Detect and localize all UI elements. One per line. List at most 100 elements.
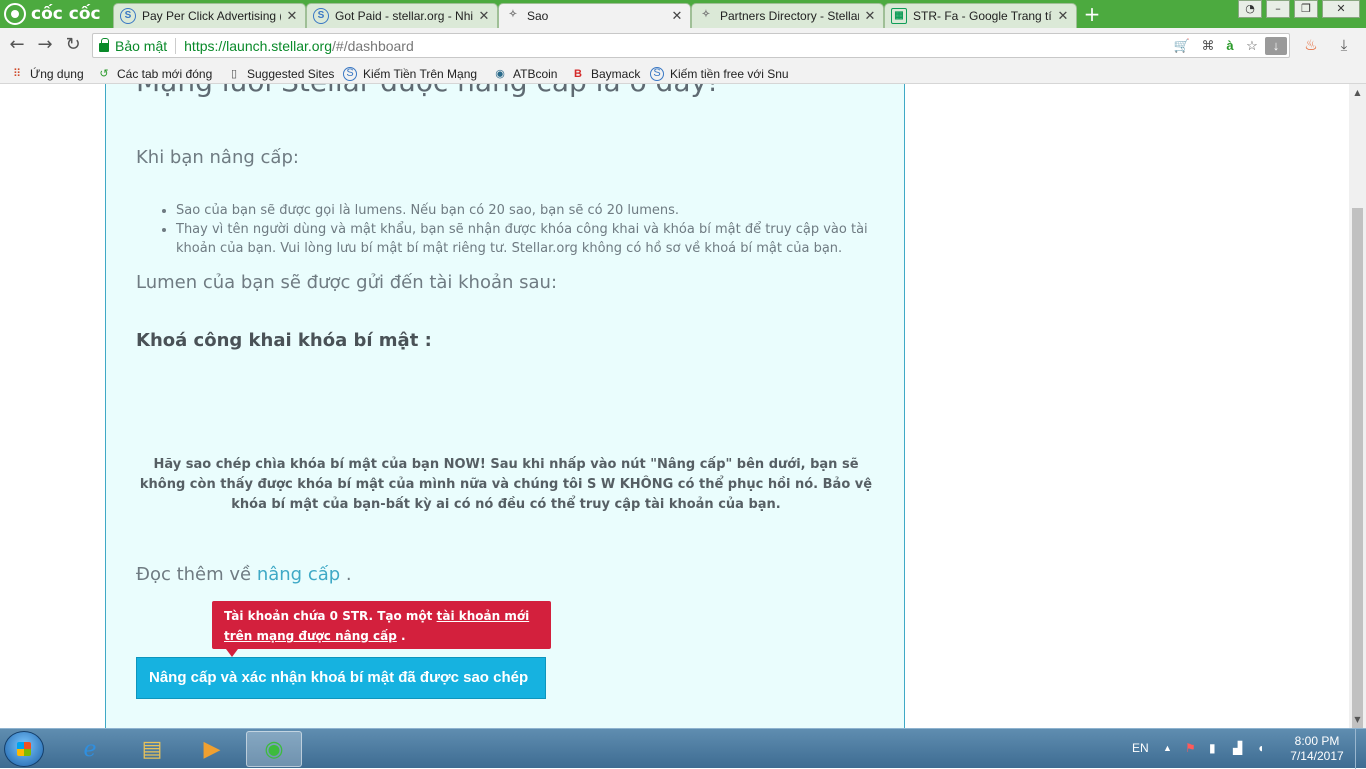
stellar-icon: S (313, 8, 329, 24)
secure-label: Bảo mật (115, 37, 168, 54)
forward-arrow-icon[interactable]: → (34, 34, 56, 56)
bookmark-suggested-sites[interactable]: ▯ Suggested Sites (227, 65, 334, 83)
key-label: Khoá công khai khóa bí mật : (136, 330, 432, 351)
browser-toolbar: ← → ↻ Bảo mật https://launch.stellar.org… (0, 28, 1366, 63)
bookmark-label: Kiếm Tiền Trên Mạng (363, 67, 478, 81)
rocket-icon: ✧ (701, 9, 711, 20)
page-title: Mạng lưới Stellar được nâng cấp là ở đây… (136, 84, 718, 98)
read-more-prefix: Đọc thêm về (136, 564, 257, 585)
lock-icon (99, 38, 109, 52)
internet-explorer-icon[interactable]: ℯ (62, 731, 118, 767)
download-arrow-icon[interactable]: ↓ (1265, 37, 1287, 55)
tab-sao[interactable]: ✧ Sao ✕ (498, 3, 691, 28)
url-text[interactable]: https://launch.stellar.org/#/dashboard (184, 38, 414, 54)
windows-taskbar: ℯ ▤ ▶ ◉ EN ▲ ⚑ ▮ ▟ ◖ 8:00 PM 7/14/2017 (0, 728, 1366, 769)
tab-got-paid[interactable]: S Got Paid - stellar.org - Nhi ✕ (306, 3, 498, 28)
bookmarks-bar: ⠿ Ứng dụng ↺ Các tab mới đóng ▯ Suggeste… (0, 63, 1366, 84)
new-tab-button[interactable]: + (1082, 3, 1102, 25)
close-icon[interactable]: ✕ (285, 8, 299, 24)
scroll-up-icon[interactable]: ▲ (1349, 84, 1366, 101)
tab-title: Partners Directory - Stellar (720, 9, 859, 23)
address-separator (175, 37, 177, 54)
logo-text: cốc cốc (31, 4, 101, 24)
address-bar[interactable]: Bảo mật https://launch.stellar.org/#/das… (92, 33, 1290, 58)
list-item: Thay vì tên người dùng và mật khẩu, bạn … (176, 220, 876, 258)
bookmark-label: Suggested Sites (247, 67, 335, 81)
close-icon[interactable]: ✕ (863, 8, 877, 24)
tab-str-fa[interactable]: ▦ STR- Fa - Google Trang tín ✕ (884, 3, 1077, 28)
stellar-icon: S (120, 8, 136, 24)
tab-title: Got Paid - stellar.org - Nhi (335, 9, 473, 23)
profile-icon[interactable]: ◔ (1238, 0, 1262, 18)
history-icon: ↺ (99, 68, 109, 80)
url-path: /#/dashboard (332, 37, 414, 54)
tab-strip: cốc cốc S Pay Per Click Advertising ( ✕ … (0, 0, 1366, 28)
bookmark-baymack[interactable]: B Baymack (571, 65, 640, 83)
file-explorer-icon[interactable]: ▤ (124, 731, 180, 767)
scroll-down-icon[interactable]: ▼ (1349, 711, 1366, 728)
network-icon[interactable]: ▟ (1233, 741, 1242, 755)
bookmark-label: Các tab mới đóng (117, 67, 213, 81)
clock-date: 7/14/2017 (1290, 749, 1344, 763)
b-logo-icon: B (574, 68, 582, 80)
close-icon[interactable]: ✕ (1056, 8, 1070, 24)
bookmark-recent-tabs[interactable]: ↺ Các tab mới đóng (97, 65, 212, 83)
cart-icon[interactable]: 🛒 (1173, 37, 1191, 55)
start-button[interactable] (4, 731, 44, 767)
show-desktop-button[interactable] (1355, 729, 1366, 769)
bookmark-atbcoin[interactable]: ◉ ATBcoin (493, 65, 557, 83)
clock-time: 8:00 PM (1294, 734, 1340, 748)
close-icon[interactable]: ✕ (477, 8, 491, 24)
vietnamese-typing-icon[interactable]: à (1221, 37, 1239, 55)
bookmark-kiem-tien-free[interactable]: S Kiếm tiền free với Snu (650, 65, 790, 83)
stellar-icon: S (650, 67, 664, 81)
coccoc-taskbar-icon[interactable]: ◉ (246, 731, 302, 767)
translate-icon[interactable]: ⌘ (1199, 37, 1217, 55)
tab-title: Pay Per Click Advertising ( (142, 9, 281, 23)
bookmark-label: Kiếm tiền free với Snu (670, 67, 789, 81)
sheets-icon: ▦ (891, 8, 907, 24)
when-upgrade-heading: Khi bạn nâng cấp: (136, 147, 299, 168)
close-icon[interactable]: ✕ (670, 8, 684, 24)
restore-icon[interactable]: ❐ (1294, 0, 1318, 18)
read-more-suffix: . (340, 564, 352, 585)
bookmark-kiem-tien[interactable]: S Kiếm Tiền Trên Mạng (343, 65, 477, 83)
system-clock[interactable]: 8:00 PM 7/14/2017 (1286, 734, 1348, 764)
secret-key-warning: Hãy sao chép chìa khóa bí mật của bạn NO… (139, 457, 873, 512)
tab-partners-directory[interactable]: ✧ Partners Directory - Stellar ✕ (691, 3, 884, 28)
show-hidden-icons-icon[interactable]: ▲ (1163, 743, 1172, 753)
rocket-icon: ✧ (508, 9, 518, 20)
upgrade-confirm-button[interactable]: Nâng cấp và xác nhận khoá bí mật đã được… (136, 657, 546, 699)
scrollbar-thumb[interactable] (1352, 208, 1363, 728)
minimize-icon[interactable]: – (1266, 0, 1290, 18)
bookmark-label: ATBcoin (513, 67, 558, 81)
page-viewport: Mạng lưới Stellar được nâng cấp là ở đây… (0, 84, 1349, 728)
tab-pay-per-click[interactable]: S Pay Per Click Advertising ( ✕ (113, 3, 306, 28)
url-host: https://launch.stellar.org (184, 37, 333, 54)
action-center-icon[interactable]: ⚑ (1185, 741, 1196, 755)
page-scrollbar[interactable]: ▲ ▼ (1349, 84, 1366, 728)
window-close-icon[interactable]: ✕ (1322, 0, 1360, 18)
download-icon[interactable]: ⤓ (1333, 34, 1355, 56)
page-icon: ▯ (230, 68, 238, 80)
tab-title: Sao (527, 9, 549, 23)
apps-grid-icon: ⠿ (12, 68, 22, 80)
language-indicator[interactable]: EN (1132, 741, 1149, 755)
read-more-link[interactable]: nâng cấp (257, 564, 340, 585)
reload-icon[interactable]: ↻ (62, 34, 84, 56)
bookmark-star-icon[interactable]: ☆ (1243, 37, 1261, 55)
bookmark-apps[interactable]: ⠿ Ứng dụng (10, 65, 84, 83)
stellar-icon: S (343, 67, 357, 81)
send-to-heading: Lumen của bạn sẽ được gửi đến tài khoản … (136, 272, 558, 293)
tooltip-suffix: . (396, 629, 406, 643)
coccoc-logo-icon (4, 3, 26, 25)
volume-icon[interactable]: ◖ (1257, 741, 1264, 755)
back-arrow-icon[interactable]: ← (6, 34, 28, 56)
bookmark-label: Ứng dụng (30, 67, 84, 81)
media-player-icon[interactable]: ▶ (184, 731, 240, 767)
bookmark-label: Baymack (591, 67, 641, 81)
upgrade-panel: Mạng lưới Stellar được nâng cấp là ở đây… (105, 84, 905, 728)
coccoc-logo[interactable]: cốc cốc (0, 0, 112, 28)
power-icon[interactable]: ▮ (1209, 741, 1216, 755)
extension-flame-icon[interactable]: ♨ (1300, 34, 1322, 56)
